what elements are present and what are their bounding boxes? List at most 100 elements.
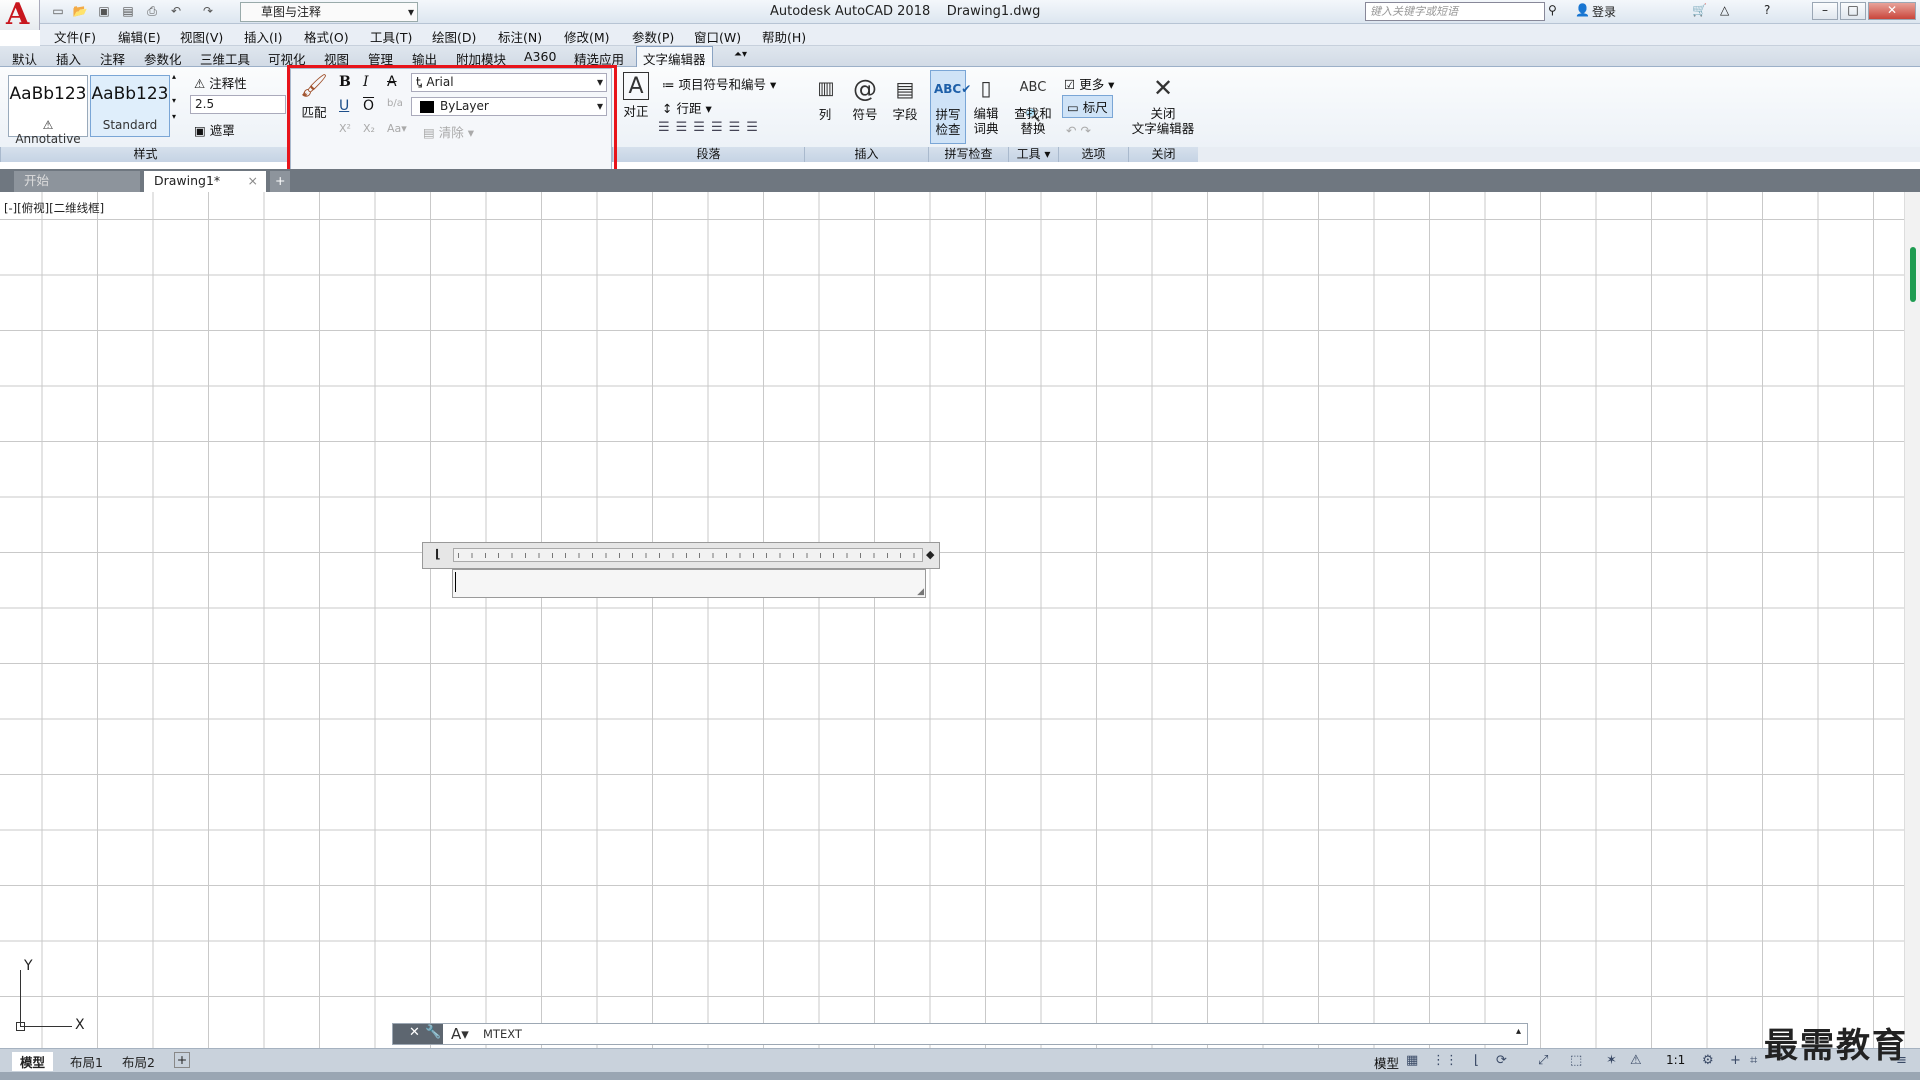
clear-button[interactable]: ▤ 清除 ▾	[423, 122, 474, 141]
menu-parametric[interactable]: 参数(P)	[632, 27, 674, 46]
bullets-button[interactable]: ≔ 项目符号和编号 ▾	[662, 74, 776, 93]
tab-model[interactable]: 模型	[12, 1052, 54, 1071]
close-text-editor-button[interactable]: ✕ 关闭 文字编辑器	[1130, 74, 1196, 136]
overline-button[interactable]: O	[363, 98, 374, 114]
underline-button[interactable]: U	[339, 98, 349, 114]
isodraft-icon[interactable]: ⤢	[1538, 1053, 1548, 1068]
style-standard[interactable]: AaBb123 Standard	[90, 75, 170, 137]
gear-icon[interactable]: ⚙	[1702, 1053, 1714, 1068]
model-space-button[interactable]: 模型	[1374, 1053, 1399, 1072]
mtext-editor[interactable]: ⌊ ◆ ◢	[422, 542, 940, 598]
menu-window[interactable]: 窗口(W)	[694, 27, 741, 46]
superscript-icon[interactable]: X²	[339, 122, 351, 135]
tab-insert[interactable]: 插入	[56, 49, 81, 68]
new-tab-button[interactable]: +	[270, 171, 290, 192]
tab-layout1[interactable]: 布局1	[70, 1052, 103, 1071]
help-icon[interactable]: ?	[1764, 3, 1770, 17]
ruler-toggle[interactable]: ▭ 标尺	[1062, 95, 1113, 118]
menu-insert[interactable]: 插入(I)	[244, 27, 282, 46]
snap-icon[interactable]: ⋮⋮	[1432, 1053, 1458, 1068]
resize-handle-icon[interactable]: ◢	[917, 587, 924, 597]
ortho-icon[interactable]: ⌊	[1474, 1053, 1479, 1068]
workspace-dropdown[interactable]: 草图与注释 ▾	[240, 2, 418, 22]
save-icon[interactable]: ▣	[96, 4, 112, 19]
subscript-icon[interactable]: X₂	[363, 122, 375, 135]
binoculars-icon[interactable]: ⚲	[1548, 3, 1557, 17]
style-annotative[interactable]: AaBb123 ⚠ Annotative	[8, 75, 88, 146]
undo-icon[interactable]: ↶	[168, 4, 184, 19]
osnap-icon[interactable]: ⬚	[1570, 1053, 1582, 1068]
menu-tools[interactable]: 工具(T)	[370, 27, 412, 46]
menu-edit[interactable]: 编辑(E)	[118, 27, 161, 46]
match-button[interactable]: 🖌 匹配	[299, 73, 329, 120]
plus-icon[interactable]: +	[1730, 1053, 1741, 1068]
user-icon[interactable]: 👤	[1575, 3, 1590, 17]
save-as-icon[interactable]: ▤	[120, 4, 136, 19]
undo-redo-icon[interactable]: ↶ ↷	[1066, 123, 1091, 138]
annotative-toggle[interactable]: ⚠ 注释性	[194, 73, 247, 92]
tab-3d-tools[interactable]: 三维工具	[200, 49, 250, 68]
tab-default[interactable]: 默认	[12, 49, 37, 68]
columns-button[interactable]: ▥ 列	[812, 75, 838, 122]
close-icon[interactable]: ✕	[409, 1025, 420, 1040]
italic-button[interactable]: I	[363, 74, 369, 90]
chevron-up-icon[interactable]: ▴	[1516, 1026, 1521, 1037]
edit-dictionary-button[interactable]: ▯ 编辑 词典	[968, 74, 1004, 136]
login-button[interactable]: 登录	[1592, 3, 1616, 20]
minimize-button[interactable]: –	[1812, 2, 1838, 20]
tab-layout2[interactable]: 布局2	[122, 1052, 155, 1071]
tab-featured-apps[interactable]: 精选应用	[574, 49, 624, 68]
menu-file[interactable]: 文件(F)	[54, 27, 96, 46]
tab-manage[interactable]: 管理	[368, 49, 393, 68]
menu-format[interactable]: 格式(O)	[304, 27, 349, 46]
ribbon-minimize-icon[interactable]: ⏶▾	[734, 49, 747, 60]
tab-drawing1[interactable]: Drawing1* ×	[144, 171, 266, 192]
width-handle-icon[interactable]: ◆	[926, 548, 934, 561]
menu-draw[interactable]: 绘图(D)	[432, 27, 476, 46]
exchange-icon[interactable]: △	[1720, 3, 1729, 17]
menu-view[interactable]: 视图(V)	[180, 27, 223, 46]
annotation-visibility-icon[interactable]: ✶	[1606, 1053, 1617, 1068]
close-window-button[interactable]: ✕	[1868, 2, 1916, 20]
tab-visualize[interactable]: 可视化	[268, 49, 306, 68]
annotation-scale-icon[interactable]: ⚠	[1630, 1053, 1642, 1068]
bold-button[interactable]: B	[339, 74, 351, 90]
tab-annotate[interactable]: 注释	[100, 49, 125, 68]
menu-dimension[interactable]: 标注(N)	[498, 27, 542, 46]
application-menu-button[interactable]: A	[0, 0, 40, 32]
grid-icon[interactable]: ▦	[1406, 1053, 1418, 1068]
justify-button[interactable]: A 对正	[620, 72, 652, 119]
wrench-icon[interactable]: 🔧	[425, 1025, 441, 1040]
tab-parametric[interactable]: 参数化	[144, 49, 182, 68]
menu-help[interactable]: 帮助(H)	[762, 27, 806, 46]
change-case-icon[interactable]: Aa▾	[387, 122, 407, 135]
mask-button[interactable]: ▣ 遮罩	[194, 120, 235, 139]
new-icon[interactable]: ▭	[50, 4, 66, 19]
tab-stop-icon[interactable]: ⌊	[435, 547, 440, 561]
style-scroll-icon[interactable]: ▴ ▾ ▾	[172, 73, 176, 121]
vertical-scrollbar[interactable]	[1904, 192, 1920, 1048]
mtext-input[interactable]: ◢	[452, 569, 926, 598]
field-button[interactable]: ▤ 字段	[888, 75, 922, 122]
viewport-controls[interactable]: [-][俯视][二维线框]	[4, 200, 104, 216]
scale-dropdown[interactable]: 1:1	[1666, 1053, 1685, 1067]
symbol-button[interactable]: @ 符号	[848, 75, 882, 122]
ruler-track[interactable]	[453, 548, 923, 562]
close-tab-icon[interactable]: ×	[248, 171, 258, 191]
search-input[interactable]: 键入关键字或短语	[1365, 2, 1545, 21]
units-icon[interactable]: ⌗	[1750, 1053, 1757, 1068]
tab-a360[interactable]: A360	[524, 49, 556, 64]
open-icon[interactable]: 📂	[72, 4, 88, 19]
command-line-grip[interactable]: ✕ 🔧	[393, 1024, 443, 1044]
color-dropdown[interactable]: ByLayer ▾	[411, 97, 607, 116]
strikethrough-button[interactable]: A	[387, 74, 397, 90]
alignment-buttons[interactable]: ☰☰☰☰☰☰	[658, 120, 764, 135]
drawing-canvas[interactable]: [-][俯视][二维线框] ⌊ ◆ ◢ Y X	[0, 192, 1904, 1048]
more-button[interactable]: ☑ 更多 ▾	[1064, 74, 1114, 93]
tab-addins[interactable]: 附加模块	[456, 49, 506, 68]
find-replace-button[interactable]: ABC🔍 查找和 替换	[1012, 74, 1054, 136]
polar-icon[interactable]: ⟳	[1496, 1053, 1507, 1068]
line-spacing-button[interactable]: ↕ 行距 ▾	[662, 98, 712, 117]
mtext-ruler[interactable]: ⌊ ◆	[422, 542, 940, 569]
tab-start[interactable]: 开始	[14, 171, 140, 192]
